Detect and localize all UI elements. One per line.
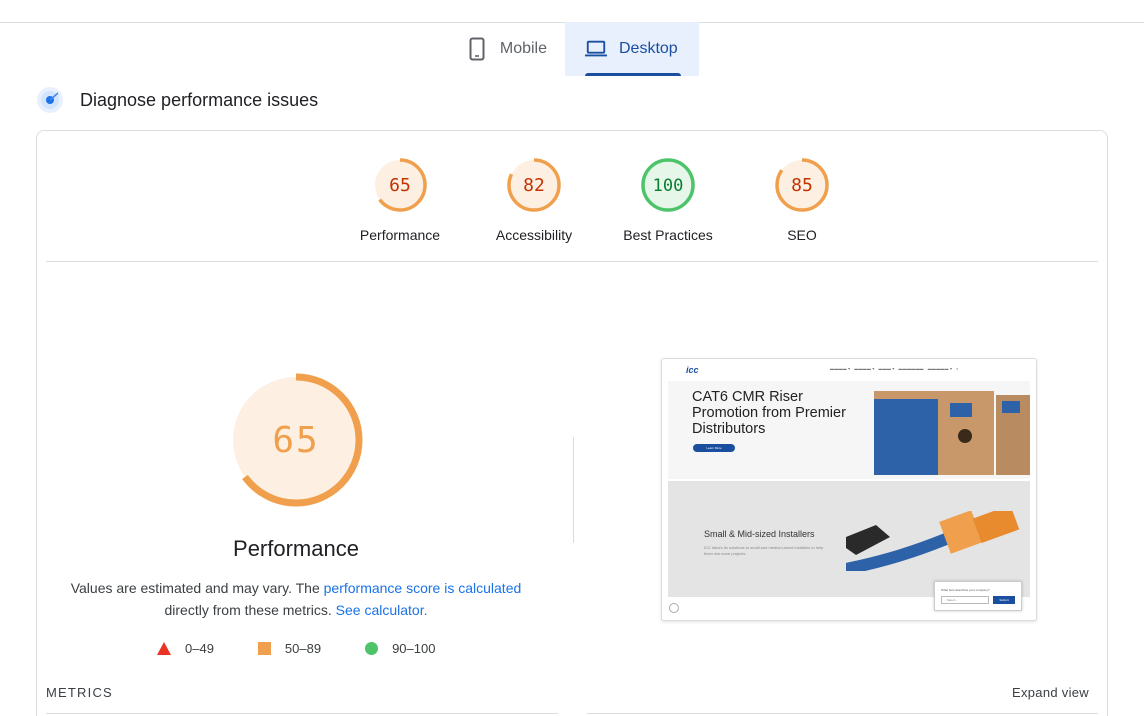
score-legend: 0–49 50–89 90–100 xyxy=(157,641,479,656)
gauge-ring: 65 xyxy=(373,158,427,212)
square-icon xyxy=(257,642,271,655)
score-calculated-link[interactable]: performance score is calculated xyxy=(324,580,522,596)
gauges-divider xyxy=(46,261,1098,262)
screenshot-hero-heading: CAT6 CMR Riser Promotion from Premier Di… xyxy=(692,389,846,437)
big-gauge-score: 65 xyxy=(272,420,319,461)
big-gauge-ring: 65 xyxy=(229,373,363,507)
gauge-ring: 85 xyxy=(775,158,829,212)
popup-select: - Select - xyxy=(941,596,989,604)
gauge-ring: 100 xyxy=(641,158,695,212)
gauge-label: Best Practices xyxy=(623,227,713,243)
gauge-seo[interactable]: 85 SEO xyxy=(735,157,869,243)
screenshot-section-text: ICC tailors its solutions to small and m… xyxy=(704,545,824,556)
connector-image xyxy=(846,511,1020,571)
triangle-icon xyxy=(157,642,171,655)
desc-mid: directly from these metrics. xyxy=(164,602,336,618)
tab-mobile[interactable]: Mobile xyxy=(452,22,565,76)
screenshot-menu: ▬▬▬▬ ▾ ▬▬▬▬ ▾ ▬▬▬ ▾ ▬▬▬▬▬▬ ▬▬▬▬▬ ▾ ⌕ xyxy=(830,366,959,371)
vertical-divider xyxy=(573,437,574,543)
circle-icon xyxy=(365,642,379,655)
gauge-score: 65 xyxy=(389,175,411,196)
performance-title: Performance xyxy=(233,536,359,561)
lighthouse-icon xyxy=(36,86,64,114)
popup-question: What best describes your company? xyxy=(941,588,990,592)
legend-pass-label: 90–100 xyxy=(392,641,436,656)
screenshot-logo: icc xyxy=(686,365,699,375)
active-tab-indicator xyxy=(585,73,681,76)
tab-mobile-label: Mobile xyxy=(499,40,547,57)
legend-pass: 90–100 xyxy=(365,641,435,656)
gauge-score: 85 xyxy=(791,175,813,196)
legend-fail: 0–49 xyxy=(157,641,214,656)
gauge-label: Accessibility xyxy=(495,227,573,243)
gauge-label: SEO xyxy=(787,227,817,243)
screenshot-hero: CAT6 CMR Riser Promotion from Premier Di… xyxy=(668,381,1030,497)
gauge-performance[interactable]: 65 Performance xyxy=(333,157,467,243)
section-title: Diagnose performance issues xyxy=(80,89,319,110)
desc-prefix: Values are estimated and may vary. The xyxy=(70,580,324,596)
final-screenshot[interactable]: icc ▬▬▬▬ ▾ ▬▬▬▬ ▾ ▬▬▬ ▾ ▬▬▬▬▬▬ ▬▬▬▬▬ ▾ ⌕… xyxy=(661,358,1037,621)
gauge-accessibility[interactable]: 82 Accessibility xyxy=(467,157,601,243)
legend-average: 50–89 xyxy=(257,641,322,656)
cable-box-image xyxy=(874,391,994,475)
gauge-ring: 82 xyxy=(507,158,561,212)
tab-desktop-label: Desktop xyxy=(619,40,678,57)
metrics-heading: METRICS xyxy=(46,685,113,700)
legend-fail-label: 0–49 xyxy=(185,641,214,656)
legend-average-label: 50–89 xyxy=(284,641,322,656)
category-gauges: 65 Performance 82 Accessibility 100 Best… xyxy=(333,157,869,243)
screenshot-hero-button: Learn More xyxy=(693,444,735,452)
metrics-divider-right xyxy=(587,713,1098,714)
performance-big-gauge: 65 xyxy=(227,371,365,514)
screenshot-popup: What best describes your company? - Sele… xyxy=(934,581,1022,611)
report-card: 65 Performance 82 Accessibility 100 Best… xyxy=(36,130,1108,716)
scroll-up-icon xyxy=(669,603,679,613)
laptop-icon xyxy=(585,37,607,61)
diagnose-heading: Diagnose performance issues xyxy=(36,86,318,114)
tab-desktop[interactable]: Desktop xyxy=(565,22,699,76)
gauge-best-practices[interactable]: 100 Best Practices xyxy=(601,157,735,243)
performance-description: Values are estimated and may vary. The p… xyxy=(67,577,525,621)
screenshot-nav: icc ▬▬▬▬ ▾ ▬▬▬▬ ▾ ▬▬▬ ▾ ▬▬▬▬▬▬ ▬▬▬▬▬ ▾ ⌕ xyxy=(662,359,1036,381)
metrics-divider-left xyxy=(46,713,558,714)
gauge-label: Performance xyxy=(359,227,441,243)
device-tabs: Mobile Desktop xyxy=(452,22,699,76)
gauge-score: 100 xyxy=(653,176,684,196)
screenshot-section-heading: Small & Mid-sized Installers xyxy=(704,529,815,539)
expand-view-button[interactable]: Expand view xyxy=(1012,685,1089,700)
cable-box-image-2 xyxy=(996,395,1030,475)
popup-submit: Submit xyxy=(993,596,1015,604)
phone-icon xyxy=(466,37,488,61)
gauge-score: 82 xyxy=(523,175,545,196)
see-calculator-link[interactable]: See calculator. xyxy=(336,602,428,618)
screenshot-section: Small & Mid-sized Installers ICC tailors… xyxy=(668,481,1030,597)
